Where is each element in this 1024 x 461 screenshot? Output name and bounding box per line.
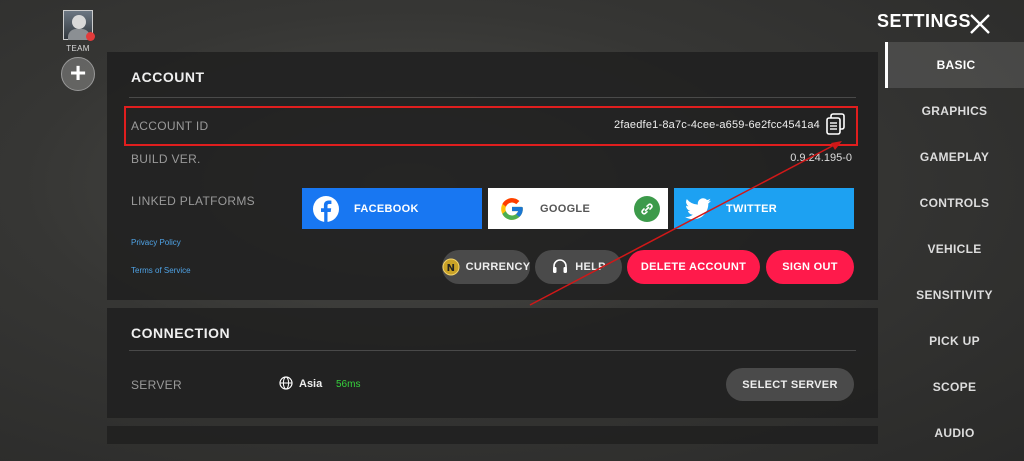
facebook-label: FACEBOOK <box>354 202 419 215</box>
account-id-value: 2faedfe1-8a7c-4cee-a659-6e2fcc4541a4 <box>614 119 820 131</box>
link-icon <box>634 196 660 222</box>
linked-platforms-label: LINKED PLATFORMS <box>131 194 255 208</box>
tab-audio[interactable]: AUDIO <box>885 410 1024 456</box>
build-version-label: BUILD VER. <box>131 152 201 166</box>
account-id-label: ACCOUNT ID <box>131 119 209 133</box>
tab-scope[interactable]: SCOPE <box>885 364 1024 410</box>
twitter-icon <box>684 195 712 223</box>
google-button[interactable]: GOOGLE <box>488 188 668 229</box>
build-version-value: 0.9.24.195-0 <box>790 152 852 164</box>
account-section-title: ACCOUNT <box>131 69 205 85</box>
facebook-icon <box>312 195 340 223</box>
privacy-policy-link[interactable]: Privacy Policy <box>131 238 181 247</box>
help-label: HELP <box>575 261 606 273</box>
tab-gameplay[interactable]: GAMEPLAY <box>885 134 1024 180</box>
account-panel: ACCOUNT ACCOUNT ID 2faedfe1-8a7c-4cee-a6… <box>107 52 878 300</box>
next-section-panel <box>107 426 878 444</box>
help-button[interactable]: HELP <box>535 250 622 284</box>
close-icon[interactable] <box>968 12 992 36</box>
tab-sensitivity[interactable]: SENSITIVITY <box>885 272 1024 318</box>
tab-controls[interactable]: CONTROLS <box>885 180 1024 226</box>
twitter-label: TWITTER <box>726 202 777 215</box>
twitter-button[interactable]: TWITTER <box>674 188 854 229</box>
terms-of-service-link[interactable]: Terms of Service <box>131 266 191 275</box>
facebook-button[interactable]: FACEBOOK <box>302 188 482 229</box>
copy-icon[interactable] <box>826 113 846 135</box>
team-panel: TEAM + <box>60 10 96 91</box>
server-ping: 56ms <box>336 379 361 390</box>
tab-basic[interactable]: BASIC <box>885 42 1024 88</box>
connection-section-title: CONNECTION <box>131 325 231 341</box>
tab-vehicle[interactable]: VEHICLE <box>885 226 1024 272</box>
settings-title: SETTINGS <box>877 11 972 31</box>
currency-label: CURRENCY <box>465 261 531 273</box>
server-label: SERVER <box>131 378 182 392</box>
tab-pick-up[interactable]: PICK UP <box>885 318 1024 364</box>
headset-icon <box>551 258 569 276</box>
divider <box>129 350 856 351</box>
globe-icon <box>279 376 293 390</box>
google-icon <box>498 195 526 223</box>
google-label: GOOGLE <box>540 202 591 215</box>
divider <box>129 97 856 98</box>
server-region: Asia <box>299 378 323 390</box>
delete-account-button[interactable]: DELETE ACCOUNT <box>627 250 760 284</box>
connection-panel: CONNECTION SERVER Asia 56ms SELECT SERVE… <box>107 308 878 418</box>
avatar[interactable] <box>63 10 95 41</box>
team-label: TEAM <box>66 44 90 53</box>
select-server-button[interactable]: SELECT SERVER <box>726 368 854 401</box>
currency-button[interactable]: N CURRENCY <box>442 250 530 284</box>
sign-out-button[interactable]: SIGN OUT <box>766 250 854 284</box>
add-teammate-button[interactable]: + <box>61 57 95 91</box>
svg-text:N: N <box>446 263 455 274</box>
tab-graphics[interactable]: GRAPHICS <box>885 88 1024 134</box>
currency-icon: N <box>442 258 460 276</box>
settings-nav: BASIC GRAPHICS GAMEPLAY CONTROLS VEHICLE… <box>885 42 1024 456</box>
